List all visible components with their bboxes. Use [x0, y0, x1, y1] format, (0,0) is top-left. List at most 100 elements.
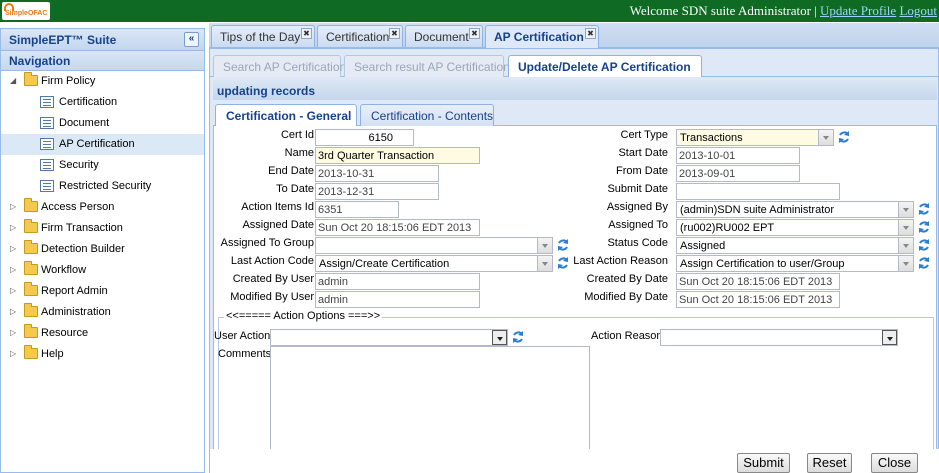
modified-by-user-field[interactable]: admin — [315, 291, 480, 308]
to-date-field[interactable]: 2013-12-31 — [315, 183, 439, 200]
tree-item-label: Security — [59, 159, 99, 171]
navigation-tree: ◢ Firm Policy Certification Document AP … — [1, 71, 204, 365]
name-field[interactable]: 3rd Quarter Transaction — [315, 147, 480, 164]
submit-button[interactable]: Submit — [737, 453, 790, 473]
collapsed-arrow-icon[interactable]: ▷ — [10, 307, 16, 316]
dropdown-arrow-icon[interactable] — [898, 256, 913, 271]
dropdown-arrow-icon[interactable] — [537, 238, 552, 253]
last-action-code-select[interactable]: Assign/Create Certification — [315, 255, 553, 272]
collapsed-arrow-icon[interactable]: ▷ — [10, 328, 16, 337]
collapsed-arrow-icon[interactable]: ▷ — [10, 265, 16, 274]
tree-item-document[interactable]: Document — [1, 113, 204, 134]
subtab-update-delete[interactable]: Update/Delete AP Certification — [508, 55, 702, 77]
tree-item-report-admin[interactable]: ▷ Report Admin — [1, 281, 204, 302]
grid-page-icon — [40, 96, 54, 108]
submit-date-field[interactable] — [676, 183, 840, 200]
collapsed-arrow-icon[interactable]: ▷ — [10, 286, 16, 295]
tree-item-label: Workflow — [41, 264, 87, 276]
collapsed-arrow-icon[interactable]: ▷ — [10, 223, 16, 232]
tree-item-ap-certification[interactable]: AP Certification — [1, 134, 204, 155]
last-action-reason-select[interactable]: Assign Certification to user/Group — [676, 255, 914, 272]
tree-item-certification[interactable]: Certification — [1, 92, 204, 113]
tree-item-label: AP Certification — [59, 138, 135, 150]
cert-type-select[interactable]: Transactions — [676, 129, 834, 146]
subtab-search-ap-certification[interactable]: Search AP Certification — [213, 55, 346, 77]
tab-certification-general[interactable]: Certification - General — [215, 104, 357, 127]
top-bar: SimpleOFAC Welcome SDN suite Administrat… — [0, 0, 939, 22]
assigned-to-group-select[interactable] — [315, 237, 553, 254]
tree-item-administration[interactable]: ▷ Administration — [1, 302, 204, 323]
created-by-user-field[interactable]: admin — [315, 273, 480, 290]
tab-label: Tips of the Day — [220, 30, 301, 44]
assigned-date-field[interactable]: Sun Oct 20 18:15:06 EDT 2013 — [315, 219, 480, 236]
created-by-user-label: Created By User — [232, 273, 314, 285]
user-action-select[interactable] — [270, 329, 508, 346]
end-date-field[interactable]: 2013-10-31 — [315, 165, 439, 182]
action-items-id-field[interactable]: 6351 — [315, 201, 399, 218]
expanded-arrow-icon[interactable]: ◢ — [10, 76, 16, 85]
dropdown-arrow-icon[interactable] — [898, 202, 913, 217]
assigned-to-select[interactable]: (ru002)RU002 EPT — [676, 219, 914, 236]
logout-link[interactable]: Logout — [899, 3, 937, 18]
close-tab-icon[interactable]: ✖ — [389, 28, 400, 39]
dropdown-arrow-icon[interactable] — [898, 220, 913, 235]
tree-item-workflow[interactable]: ▷ Workflow — [1, 260, 204, 281]
grid-page-icon — [40, 180, 54, 192]
modified-by-date-label: Modified By Date — [584, 291, 668, 303]
refresh-icon[interactable] — [837, 130, 851, 144]
separator: | — [814, 3, 817, 18]
last-action-reason-label: Last Action Reason — [573, 255, 668, 267]
cert-id-field[interactable]: 6150 — [315, 129, 414, 146]
start-date-field[interactable]: 2013-10-01 — [676, 147, 800, 164]
refresh-icon[interactable] — [556, 256, 570, 270]
collapse-panel-button[interactable]: « — [184, 32, 199, 47]
refresh-icon[interactable] — [556, 238, 570, 252]
modified-by-date-field[interactable]: Sun Oct 20 18:15:06 EDT 2013 — [676, 291, 840, 308]
close-tab-icon[interactable]: ✖ — [469, 28, 480, 39]
dropdown-arrow-icon[interactable] — [537, 256, 552, 271]
tree-item-help[interactable]: ▷ Help — [1, 344, 204, 365]
collapsed-arrow-icon[interactable]: ▷ — [10, 349, 16, 358]
refresh-icon[interactable] — [917, 238, 931, 252]
dropdown-arrow-icon[interactable] — [882, 330, 897, 345]
close-tab-icon[interactable]: ✖ — [301, 28, 312, 39]
dropdown-arrow-icon[interactable] — [818, 130, 833, 145]
subtab-search-result[interactable]: Search result AP Certification — [344, 55, 510, 77]
close-tab-icon[interactable]: ✖ — [585, 28, 596, 39]
tree-item-label: Resource — [41, 327, 89, 339]
action-reason-select[interactable] — [660, 329, 898, 346]
tree-item-resource[interactable]: ▷ Resource — [1, 323, 204, 344]
left-panel: SimpleEPT™ Suite « Navigation ◢ Firm Pol… — [0, 28, 205, 473]
tree-item-firm-transaction[interactable]: ▷ Firm Transaction — [1, 218, 204, 239]
dropdown-arrow-icon[interactable] — [492, 330, 507, 345]
update-profile-link[interactable]: Update Profile — [820, 3, 896, 18]
refresh-icon[interactable] — [917, 202, 931, 216]
assigned-by-select[interactable]: (admin)SDN suite Administrator — [676, 201, 914, 218]
tree-item-restricted-security[interactable]: Restricted Security — [1, 176, 204, 197]
status-code-select[interactable]: Assigned — [676, 237, 914, 254]
collapsed-arrow-icon[interactable]: ▷ — [10, 202, 16, 211]
from-date-field[interactable]: 2013-09-01 — [676, 165, 800, 182]
tree-item-label: Help — [41, 348, 64, 360]
tree-item-security[interactable]: Security — [1, 155, 204, 176]
reset-button[interactable]: Reset — [807, 453, 852, 473]
collapsed-arrow-icon[interactable]: ▷ — [10, 244, 16, 253]
comments-textarea[interactable] — [270, 346, 590, 454]
tab-ap-certification[interactable]: AP Certification ✖ — [485, 25, 599, 48]
tab-document[interactable]: Document ✖ — [405, 25, 483, 47]
dropdown-arrow-icon[interactable] — [898, 238, 913, 253]
created-by-date-field[interactable]: Sun Oct 20 18:15:06 EDT 2013 — [676, 273, 840, 290]
folder-icon — [24, 282, 38, 296]
tab-certification-contents[interactable]: Certification - Contents — [360, 104, 494, 126]
start-date-label: Start Date — [618, 147, 668, 159]
refresh-icon[interactable] — [511, 330, 525, 344]
refresh-icon[interactable] — [917, 220, 931, 234]
selected-value: Transactions — [680, 132, 743, 144]
tree-item-access-person[interactable]: ▷ Access Person — [1, 197, 204, 218]
close-button[interactable]: Close — [871, 453, 918, 473]
tree-item-detection-builder[interactable]: ▷ Detection Builder — [1, 239, 204, 260]
refresh-icon[interactable] — [917, 256, 931, 270]
tab-certification[interactable]: Certification ✖ — [317, 25, 403, 47]
tree-item-firm-policy[interactable]: ◢ Firm Policy — [1, 71, 204, 92]
tab-tips-of-the-day[interactable]: Tips of the Day ✖ — [211, 25, 315, 47]
